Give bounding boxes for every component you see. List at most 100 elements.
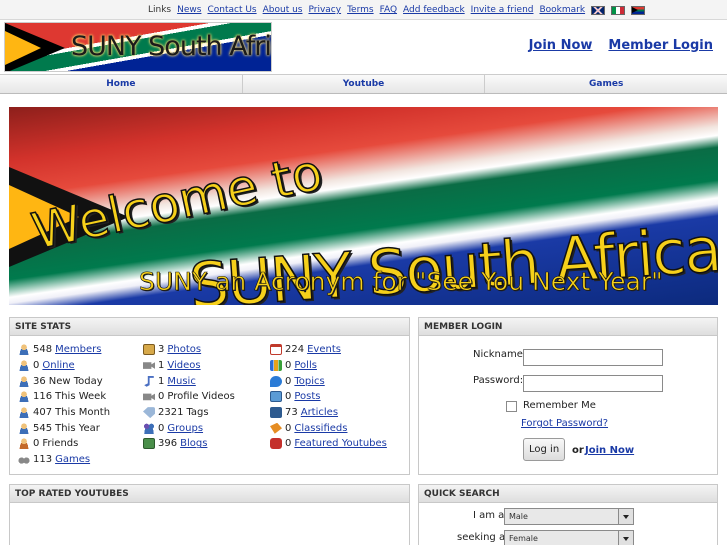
groups-link[interactable]: Groups: [167, 423, 203, 434]
banner-tagline: SUNY an Acronym for "See You Next Year": [139, 267, 663, 297]
topics-link[interactable]: Topics: [294, 376, 324, 387]
stat-games: 113 Games: [18, 452, 110, 468]
uk-flag-icon[interactable]: [591, 5, 606, 15]
topics-icon: [270, 375, 282, 387]
top-links: Links News Contact Us About us Privacy T…: [148, 5, 646, 15]
quick-search-title: QUICK SEARCH: [419, 485, 717, 503]
chevron-down-icon: [618, 509, 633, 524]
seeking-select[interactable]: Female: [504, 530, 634, 545]
news-link[interactable]: News: [177, 5, 201, 15]
bookmark-link[interactable]: Bookmark: [539, 5, 585, 15]
members-link[interactable]: Members: [55, 344, 101, 355]
chevron-down-icon: [618, 531, 633, 545]
friends-icon: [18, 438, 30, 450]
main-nav: Home Youtube Games: [0, 74, 727, 94]
header-links: Join Now Member Login: [529, 38, 713, 53]
top-rated-youtubes-title: TOP RATED YOUTUBES: [10, 485, 409, 503]
welcome-banner: Welcome to SUNY South Africa SUNY an Acr…: [9, 107, 718, 305]
terms-link[interactable]: Terms: [347, 5, 374, 15]
stat-blogs: 396 Blogs: [143, 436, 235, 452]
stats-column-2: 3 Photos 1 Videos 1 Music 0 Profile Videos 2…: [143, 342, 235, 452]
login-button[interactable]: Log in: [523, 438, 566, 461]
featured-youtubes-link[interactable]: Featured Youtubes: [294, 438, 387, 449]
i-am-label: I am a: [473, 510, 505, 521]
this-year-icon: [18, 422, 30, 434]
remember-me-label: Remember Me: [523, 400, 596, 411]
member-login-panel: MEMBER LOGIN Nickname: Password: Remembe…: [418, 317, 718, 475]
faq-link[interactable]: FAQ: [380, 5, 397, 15]
new-today-icon: [18, 375, 30, 387]
join-now-link[interactable]: Join Now: [529, 38, 593, 53]
header: SUNY South Africa Join Now Member Login: [0, 20, 727, 74]
top-rated-youtubes-panel: TOP RATED YOUTUBES: [9, 484, 410, 545]
site-logo[interactable]: SUNY South Africa: [4, 22, 272, 72]
forgot-password-link[interactable]: Forgot Password?: [521, 418, 608, 429]
posts-link[interactable]: Posts: [294, 391, 320, 402]
games-icon: [18, 454, 30, 466]
stat-profile-videos: 0 Profile Videos: [143, 389, 235, 405]
stat-articles: 73 Articles: [270, 405, 387, 421]
videos-link[interactable]: Videos: [167, 360, 200, 371]
polls-link[interactable]: Polls: [294, 360, 317, 371]
stats-column-1: 548 Members 0 Online 36 New Today 116 This W…: [18, 342, 110, 468]
music-icon: [144, 375, 154, 387]
photos-link[interactable]: Photos: [167, 344, 201, 355]
contact-us-link[interactable]: Contact Us: [207, 5, 256, 15]
stat-this-year: 545 This Year: [18, 420, 110, 436]
stat-tags: 2321 Tags: [143, 405, 235, 421]
nickname-input[interactable]: [523, 349, 663, 366]
nav-games[interactable]: Games: [485, 75, 727, 93]
blogs-icon: [143, 438, 155, 450]
nav-youtube[interactable]: Youtube: [243, 75, 486, 93]
join-now-login-link[interactable]: Join Now: [585, 445, 634, 456]
this-week-icon: [18, 391, 30, 403]
stat-friends: 0 Friends: [18, 436, 110, 452]
photos-icon: [143, 344, 155, 356]
member-login-link[interactable]: Member Login: [608, 38, 713, 53]
stat-photos: 3 Photos: [143, 342, 235, 358]
i-am-value: Male: [509, 512, 528, 521]
events-icon: [270, 344, 282, 356]
stat-posts: 0 Posts: [270, 389, 387, 405]
music-link[interactable]: Music: [167, 376, 195, 387]
profile-videos-icon: [143, 393, 155, 401]
password-input[interactable]: [523, 375, 663, 392]
this-month-icon: [18, 407, 30, 419]
stats-column-3: 224 Events 0 Polls 0 Topics 0 Posts 73 Articl…: [270, 342, 387, 452]
seeking-value: Female: [509, 534, 538, 543]
logo-text: SUNY South Africa: [71, 31, 271, 62]
stat-groups: 0 Groups: [143, 420, 235, 436]
south-africa-flag-icon[interactable]: [631, 5, 646, 15]
about-us-link[interactable]: About us: [263, 5, 303, 15]
italy-flag-icon[interactable]: [611, 5, 626, 15]
stat-classifieds: 0 Classifieds: [270, 420, 387, 436]
stat-polls: 0 Polls: [270, 358, 387, 374]
i-am-select[interactable]: Male: [504, 508, 634, 525]
articles-link[interactable]: Articles: [301, 407, 338, 418]
posts-icon: [270, 391, 282, 403]
nav-home[interactable]: Home: [0, 75, 243, 93]
youtube-icon: [270, 438, 282, 450]
groups-icon: [143, 422, 155, 434]
stat-featured-youtubes: 0 Featured Youtubes: [270, 436, 387, 452]
classifieds-icon: [270, 422, 282, 434]
invite-friend-link[interactable]: Invite a friend: [471, 5, 534, 15]
tags-icon: [143, 407, 155, 419]
events-link[interactable]: Events: [307, 344, 341, 355]
games-link[interactable]: Games: [55, 454, 90, 465]
member-login-title: MEMBER LOGIN: [419, 318, 717, 336]
add-feedback-link[interactable]: Add feedback: [403, 5, 465, 15]
online-link[interactable]: Online: [42, 360, 74, 371]
stat-this-month: 407 This Month: [18, 405, 110, 421]
blogs-link[interactable]: Blogs: [180, 438, 207, 449]
privacy-link[interactable]: Privacy: [308, 5, 341, 15]
classifieds-link[interactable]: Classifieds: [294, 423, 347, 434]
stat-topics: 0 Topics: [270, 373, 387, 389]
stat-new-today: 36 New Today: [18, 373, 110, 389]
or-text: or: [572, 445, 584, 456]
remember-me-checkbox[interactable]: [506, 401, 517, 412]
videos-icon: [143, 362, 155, 369]
polls-icon: [270, 360, 282, 372]
stat-music: 1 Music: [143, 373, 235, 389]
stat-events: 224 Events: [270, 342, 387, 358]
